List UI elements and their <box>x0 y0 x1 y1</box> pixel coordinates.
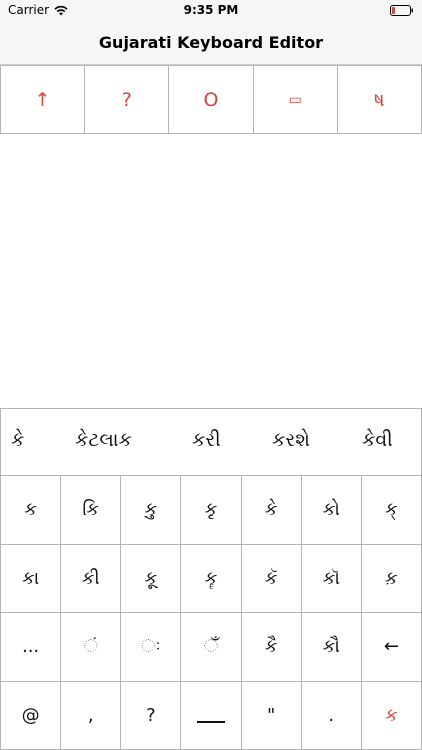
circle-button[interactable]: O <box>168 65 254 133</box>
key[interactable]: કૌ <box>301 613 362 682</box>
key[interactable]: ક઼ <box>361 544 422 613</box>
shift-up-button[interactable]: ↑ <box>0 65 86 133</box>
candrabindu-key[interactable]: ઁ <box>181 613 242 682</box>
suggestion-item[interactable]: કરશે <box>272 429 310 451</box>
suggestion-item[interactable]: કે <box>11 429 24 451</box>
key[interactable]: ક <box>0 476 62 545</box>
key[interactable]: કૉ <box>301 544 362 613</box>
question-icon: ? <box>121 88 132 111</box>
key[interactable]: કૄ <box>181 544 242 613</box>
key-row-3: ... ં ઃ ઁ કૈ કૌ ← <box>0 613 422 682</box>
suggestion-item[interactable]: કેવી <box>362 429 393 451</box>
gujarati-ssa-label: ષ <box>374 88 385 111</box>
circle-icon: O <box>203 88 219 111</box>
space-key[interactable] <box>181 681 242 750</box>
tool-button-row: ↑ ? O ▭ ષ <box>0 65 422 134</box>
period-key[interactable]: . <box>301 681 362 750</box>
key[interactable]: કે <box>241 476 302 545</box>
key[interactable]: કિ <box>61 476 122 545</box>
status-time: 9:35 PM <box>183 3 239 17</box>
key[interactable]: કુ <box>121 476 182 545</box>
key[interactable]: કૂ <box>121 544 182 613</box>
at-key[interactable]: @ <box>0 681 62 750</box>
key[interactable]: કૈ <box>241 613 302 682</box>
status-bar: Carrier 9:35 PM <box>0 0 422 22</box>
gujarati-ssa-button[interactable]: ષ <box>336 65 422 133</box>
quote-key[interactable]: " <box>241 681 302 750</box>
key[interactable]: કૅ <box>241 544 302 613</box>
key[interactable]: ક્ <box>361 476 422 545</box>
help-button[interactable]: ? <box>84 65 170 133</box>
arrow-left-icon: ← <box>383 636 399 658</box>
arrow-up-icon: ↑ <box>34 88 51 111</box>
backspace-key[interactable]: ← <box>361 613 422 682</box>
key[interactable]: કો <box>301 476 362 545</box>
shape-button[interactable]: ▭ <box>252 65 338 133</box>
language-switch-key[interactable]: ક <box>361 681 422 750</box>
page-title: Gujarati Keyboard Editor <box>98 33 324 52</box>
suggestion-item[interactable]: કેટલાક <box>75 429 132 451</box>
key-row-1: ક કિ કુ કૃ કે કો ક્ <box>0 476 422 545</box>
key-row-2: કા કી કૂ કૄ કૅ કૉ ક઼ <box>0 544 422 613</box>
space-bar-icon <box>196 721 225 724</box>
screen: Carrier 9:35 PM Gujarati Keyboard Editor… <box>0 0 422 750</box>
key[interactable]: કા <box>0 544 62 613</box>
gujarati-keyboard: ક કિ કુ કૃ કે કો ક્ કા કી કૂ કૄ કૅ કૉ ક઼… <box>0 476 422 750</box>
navigation-bar: Gujarati Keyboard Editor <box>0 22 422 65</box>
battery-icon <box>390 5 413 16</box>
rounded-rect-icon: ▭ <box>288 91 302 108</box>
suggestion-bar: કે કેટલાક કરી કરશે કેવી <box>0 408 422 476</box>
ellipsis-key[interactable]: ... <box>0 613 62 682</box>
suggestion-item[interactable]: કરી <box>192 429 221 451</box>
key-row-4: @ , ? " . ક <box>0 681 422 750</box>
visarga-key[interactable]: ઃ <box>121 613 182 682</box>
key[interactable]: કૃ <box>181 476 242 545</box>
comma-key[interactable]: , <box>61 681 122 750</box>
key[interactable]: કી <box>61 544 122 613</box>
question-key[interactable]: ? <box>121 681 182 750</box>
anusvara-key[interactable]: ં <box>61 613 122 682</box>
